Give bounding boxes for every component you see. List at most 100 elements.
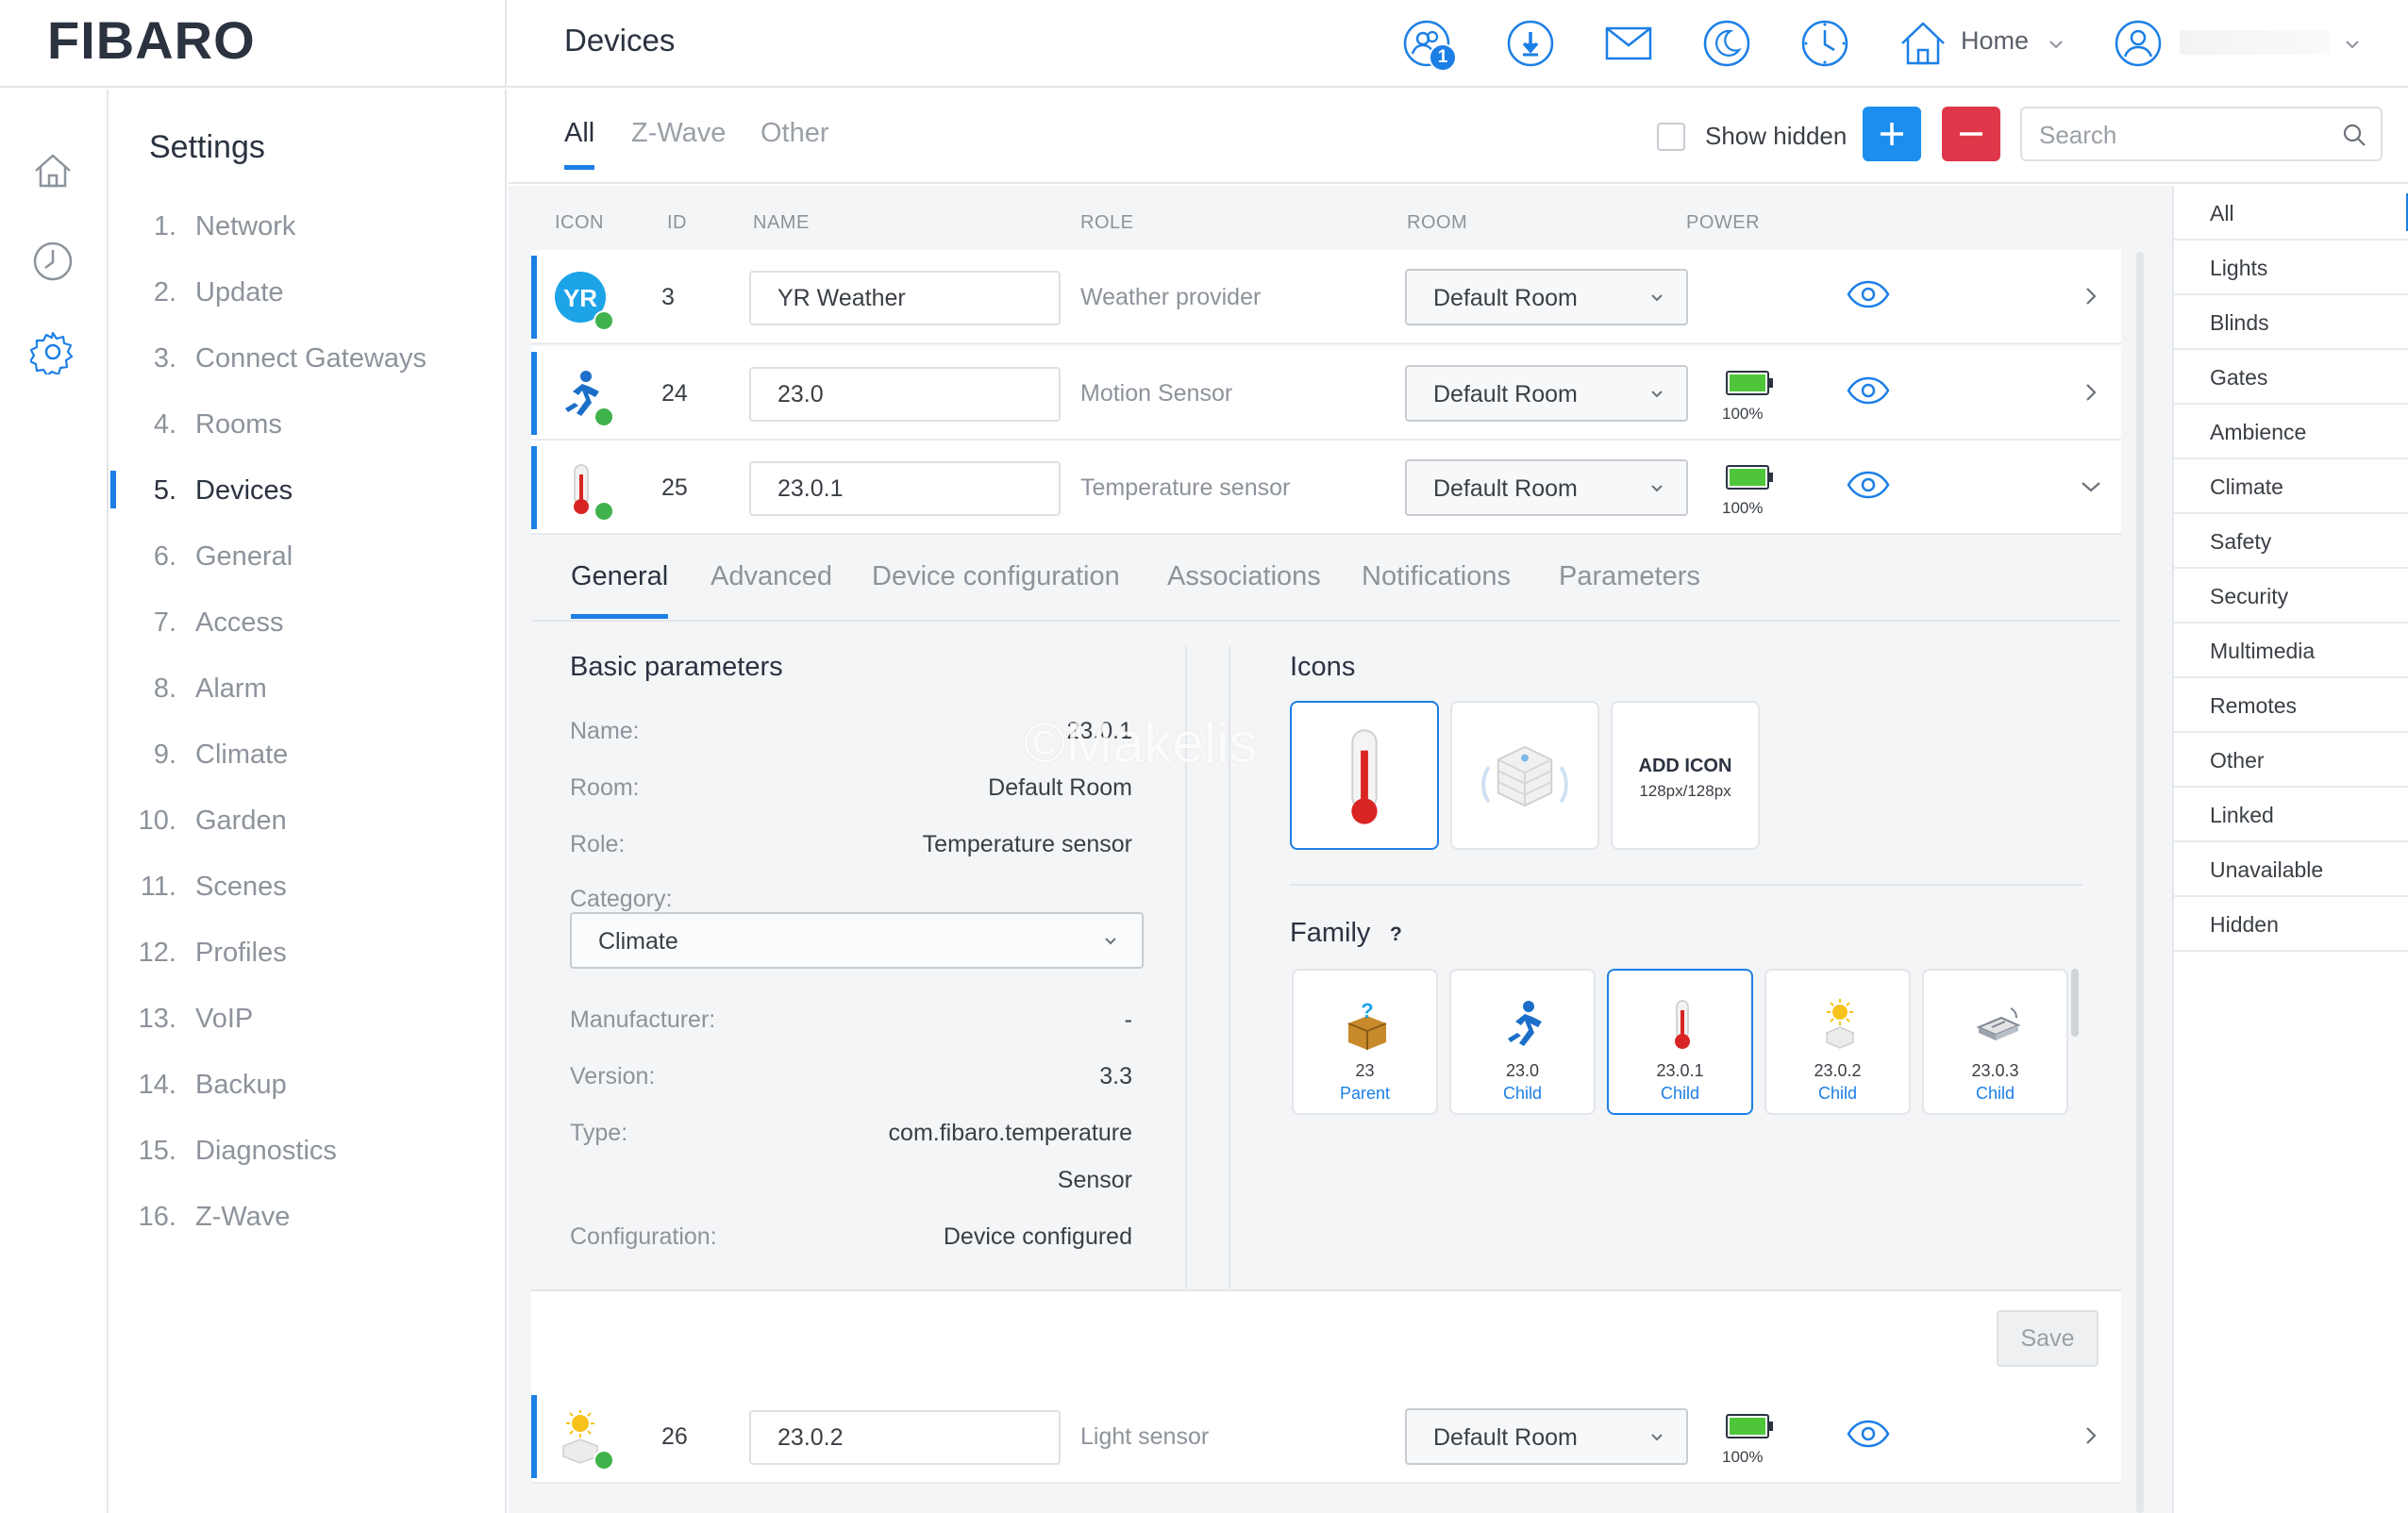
- settings-item-climate[interactable]: 9. Climate: [110, 722, 505, 788]
- settings-item-update[interactable]: 2. Update: [110, 259, 505, 325]
- settings-item-alarm[interactable]: 8. Alarm: [110, 656, 505, 722]
- settings-item-scenes[interactable]: 11. Scenes: [110, 854, 505, 920]
- remove-device-button[interactable]: [1942, 107, 2000, 161]
- moon-clock-icon: [1703, 20, 1750, 67]
- home-label[interactable]: Home: [1961, 26, 2029, 56]
- chevron-down-icon[interactable]: [2046, 34, 2066, 55]
- chevron-down-icon[interactable]: [2342, 34, 2363, 55]
- content-scrollbar[interactable]: [2136, 252, 2144, 1513]
- settings-item-network[interactable]: 1. Network: [110, 193, 505, 259]
- family-member-23-0-3[interactable]: 23.0.3 Child: [1922, 969, 2068, 1115]
- tab-other[interactable]: Other: [761, 118, 829, 149]
- add-icon-button[interactable]: ADD ICON 128px/128px: [1611, 701, 1760, 850]
- category-blinds[interactable]: Blinds: [2174, 295, 2408, 350]
- tab-associations[interactable]: Associations: [1167, 561, 1321, 592]
- category-gates[interactable]: Gates: [2174, 350, 2408, 405]
- tab-notifications[interactable]: Notifications: [1362, 561, 1511, 592]
- settings-item-profiles[interactable]: 12. Profiles: [110, 920, 505, 986]
- family-help-icon[interactable]: ?: [1390, 923, 1402, 946]
- category-multimedia[interactable]: Multimedia: [2174, 623, 2408, 678]
- device-name-input[interactable]: [749, 367, 1061, 422]
- chevron-right-icon[interactable]: [2079, 284, 2103, 308]
- category-hidden[interactable]: Hidden: [2174, 897, 2408, 952]
- category-all[interactable]: All: [2174, 186, 2408, 241]
- dashboard-clock-icon[interactable]: [30, 239, 75, 284]
- device-row-light-sensor[interactable]: 26 Light sensor Default Room 100%: [531, 1389, 2121, 1484]
- eye-icon[interactable]: [1847, 376, 1890, 405]
- settings-item-connect-gateways[interactable]: 3. Connect Gateways: [110, 325, 505, 391]
- settings-item-voip[interactable]: 13. VoIP: [110, 986, 505, 1052]
- room-select[interactable]: Default Room: [1405, 365, 1688, 422]
- category-linked[interactable]: Linked: [2174, 788, 2408, 842]
- device-name-input[interactable]: [749, 1410, 1061, 1465]
- users-button[interactable]: 1: [1400, 17, 1457, 72]
- settings-item-diagnostics[interactable]: 15. Diagnostics: [110, 1118, 505, 1184]
- tab-all[interactable]: All: [564, 118, 595, 170]
- download-icon: [1507, 20, 1554, 67]
- category-security[interactable]: Security: [2174, 569, 2408, 623]
- show-hidden-checkbox[interactable]: [1657, 123, 1685, 151]
- family-member-parent[interactable]: ? 23 Parent: [1292, 969, 1438, 1115]
- chevron-down-icon: [1651, 485, 1663, 492]
- eye-icon[interactable]: [1847, 471, 1890, 499]
- user-avatar-icon: [2115, 20, 2162, 67]
- category-other[interactable]: Other: [2174, 733, 2408, 788]
- room-select[interactable]: Default Room: [1405, 269, 1688, 325]
- show-hidden-label[interactable]: Show hidden: [1705, 122, 1847, 151]
- tab-parameters[interactable]: Parameters: [1559, 561, 1700, 592]
- tab-advanced[interactable]: Advanced: [711, 561, 832, 592]
- device-row-yr-weather[interactable]: YR 3 Weather provider Default Room: [531, 250, 2121, 344]
- settings-item-devices[interactable]: 5. Devices: [110, 457, 505, 524]
- icon-option-thermometer[interactable]: [1290, 701, 1439, 850]
- messages-button[interactable]: [1602, 17, 1655, 70]
- settings-item-z-wave[interactable]: 16. Z-Wave: [110, 1184, 505, 1250]
- svg-text:YR: YR: [563, 284, 597, 312]
- download-button[interactable]: [1504, 17, 1557, 70]
- eye-icon[interactable]: [1847, 1420, 1890, 1448]
- icon-option-sensor[interactable]: [1450, 701, 1599, 850]
- device-name-input[interactable]: [749, 461, 1061, 516]
- settings-item-garden[interactable]: 10. Garden: [110, 788, 505, 854]
- settings-item-access[interactable]: 7. Access: [110, 590, 505, 656]
- fibaro-logo[interactable]: FIBARO: [47, 9, 256, 71]
- watermark: ©Makelis: [1024, 711, 1258, 774]
- gear-icon[interactable]: [30, 329, 75, 374]
- tab-device-configuration[interactable]: Device configuration: [872, 561, 1120, 592]
- night-mode-button[interactable]: [1700, 17, 1753, 70]
- category-ambience[interactable]: Ambience: [2174, 405, 2408, 459]
- family-member-23-0-2[interactable]: 23.0.2 Child: [1764, 969, 1911, 1115]
- add-device-button[interactable]: [1863, 107, 1921, 161]
- home-button[interactable]: [1897, 17, 1949, 70]
- user-button[interactable]: [2112, 17, 2165, 70]
- device-row-temperature-sensor[interactable]: 25 Temperature sensor Default Room 100%: [531, 441, 2121, 535]
- type-label: Type:: [570, 1120, 628, 1146]
- category-climate[interactable]: Climate: [2174, 459, 2408, 514]
- category-lights[interactable]: Lights: [2174, 241, 2408, 295]
- search-input[interactable]: [2039, 118, 2322, 152]
- save-button[interactable]: Save: [1997, 1310, 2099, 1367]
- tab-z-wave[interactable]: Z-Wave: [631, 118, 726, 149]
- family-scrollbar[interactable]: [2071, 969, 2079, 1037]
- device-name-input[interactable]: [749, 271, 1061, 325]
- search-icon[interactable]: [2341, 122, 2367, 148]
- category-safety[interactable]: Safety: [2174, 514, 2408, 569]
- room-select[interactable]: Default Room: [1405, 459, 1688, 516]
- family-member-23-0-1[interactable]: 23.0.1 Child: [1607, 969, 1753, 1115]
- settings-item-backup[interactable]: 14. Backup: [110, 1052, 505, 1118]
- room-select[interactable]: Default Room: [1405, 1408, 1688, 1465]
- schedule-button[interactable]: [1798, 17, 1851, 70]
- family-member-23-0[interactable]: 23.0 Child: [1449, 969, 1596, 1115]
- chevron-down-icon[interactable]: [2079, 474, 2103, 499]
- eye-icon[interactable]: [1847, 280, 1890, 308]
- device-filter-bar: All Z-Wave Other Show hidden: [509, 90, 2408, 184]
- category-unavailable[interactable]: Unavailable: [2174, 842, 2408, 897]
- chevron-right-icon[interactable]: [2079, 380, 2103, 405]
- tab-general[interactable]: General: [571, 561, 669, 619]
- settings-item-general[interactable]: 6. General: [110, 524, 505, 590]
- category-select[interactable]: Climate: [570, 912, 1144, 969]
- category-remotes[interactable]: Remotes: [2174, 678, 2408, 733]
- home-icon[interactable]: [30, 148, 75, 193]
- device-row-motion-sensor[interactable]: 24 Motion Sensor Default Room 100%: [531, 346, 2121, 441]
- chevron-right-icon[interactable]: [2079, 1423, 2103, 1448]
- settings-item-rooms[interactable]: 4. Rooms: [110, 391, 505, 457]
